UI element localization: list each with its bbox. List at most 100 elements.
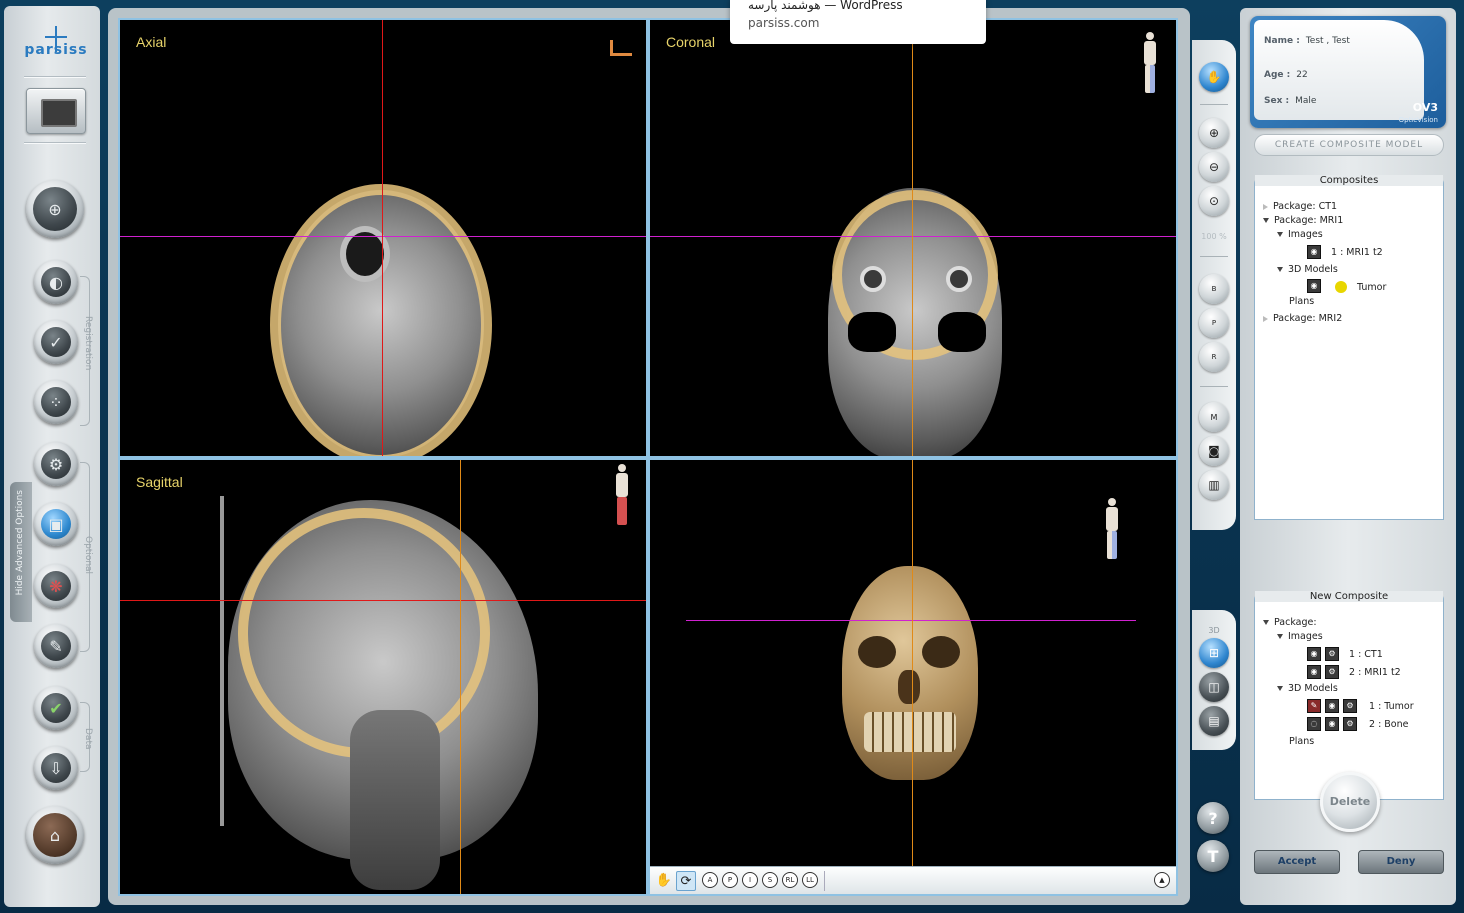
visibility-eye-icon[interactable]: ◉ bbox=[1325, 717, 1339, 731]
data-check-button[interactable]: ✔ bbox=[34, 686, 78, 730]
help-button[interactable]: ? bbox=[1197, 802, 1229, 834]
settings-gear-icon[interactable]: ⚙ bbox=[1343, 717, 1357, 731]
fiducials-icon: ⁘ bbox=[41, 387, 71, 417]
tree-item-3d-models[interactable]: 3D Models bbox=[1277, 264, 1338, 275]
tree-item-tumor[interactable]: Tumor bbox=[1357, 282, 1386, 293]
collapse-icon bbox=[1277, 634, 1283, 639]
coronal-view[interactable]: Coronal bbox=[648, 18, 1178, 458]
tree-item-package[interactable]: Package: bbox=[1263, 617, 1317, 628]
visibility-eye-icon[interactable]: ◉ bbox=[1325, 699, 1339, 713]
layout-single-button[interactable]: ◫ bbox=[1199, 672, 1229, 702]
composite-button[interactable]: ▣ bbox=[34, 502, 78, 546]
patient-age-value: 22 bbox=[1296, 70, 1308, 80]
visibility-eye-icon[interactable]: ◉ bbox=[1307, 279, 1321, 293]
window-p-button[interactable]: P bbox=[1199, 308, 1229, 338]
tree-item-plans[interactable]: Plans bbox=[1289, 296, 1314, 307]
divider bbox=[1200, 104, 1228, 105]
tree-item-images[interactable]: Images bbox=[1277, 631, 1323, 642]
3d-teeth bbox=[864, 712, 956, 752]
tree-item-package-mri1[interactable]: Package: MRI1 bbox=[1263, 215, 1343, 226]
view-anterior-button[interactable]: A bbox=[702, 872, 718, 888]
visibility-eye-icon[interactable]: ◉ bbox=[1307, 665, 1321, 679]
tree-item-image-ct1[interactable]: 1 : CT1 bbox=[1349, 649, 1383, 660]
pan-hand-icon[interactable]: ✋ bbox=[654, 871, 674, 891]
coronal-label: Coronal bbox=[666, 34, 716, 50]
tree-item-images[interactable]: Images bbox=[1277, 229, 1323, 240]
tools-button[interactable]: T bbox=[1197, 840, 1229, 872]
segmentation-button[interactable]: ❋ bbox=[34, 564, 78, 608]
tree-item-3d-models[interactable]: 3D Models bbox=[1277, 683, 1338, 694]
create-composite-model-button[interactable]: CREATE COMPOSITE MODEL bbox=[1254, 134, 1444, 156]
data-export-button[interactable]: ⇩ bbox=[34, 746, 78, 790]
tree-item-image-mri1-t2[interactable]: 1 : MRI1 t2 bbox=[1331, 247, 1383, 258]
visibility-eye-icon[interactable]: ◉ bbox=[1307, 647, 1321, 661]
logo-text: parsiss bbox=[24, 42, 88, 58]
tree-item-package-ct1[interactable]: Package: CT1 bbox=[1263, 201, 1337, 212]
3d-left-eye-socket bbox=[858, 636, 896, 668]
tooltip-title: هوشمند پارسه — WordPress bbox=[748, 0, 903, 12]
rotate-icon[interactable]: ⟳ bbox=[676, 871, 696, 891]
open-patient-button[interactable] bbox=[26, 88, 86, 134]
tree-item-image-mri1-t2[interactable]: 2 : MRI1 t2 bbox=[1349, 667, 1401, 678]
view-posterior-button[interactable]: P bbox=[722, 872, 738, 888]
layout-quad-button[interactable]: ⊞ bbox=[1199, 638, 1229, 668]
patient-sex-row: Sex : Male bbox=[1264, 96, 1316, 106]
tree-item-bone[interactable]: 2 : Bone bbox=[1369, 719, 1408, 730]
axial-view[interactable]: Axial bbox=[118, 18, 648, 458]
settings-gear-icon[interactable]: ⚙ bbox=[1325, 665, 1339, 679]
view-inferior-button[interactable]: I bbox=[742, 872, 758, 888]
patient-info-area: Name : Test , Test Age : 22 Sex : Male bbox=[1254, 20, 1424, 120]
axial-orientation-icon bbox=[610, 40, 632, 56]
3d-crosshair-horizontal bbox=[686, 620, 1136, 621]
deny-button[interactable]: Deny bbox=[1358, 850, 1444, 874]
tree-item-tumor[interactable]: 1 : Tumor bbox=[1369, 701, 1414, 712]
composites-title: Composites bbox=[1255, 175, 1443, 186]
navigation-button[interactable]: ⊕ bbox=[26, 180, 84, 238]
tree-item-package-mri2[interactable]: Package: MRI2 bbox=[1263, 313, 1342, 324]
3d-view[interactable]: ✋ ⟳ A P I S RL LL ▲ bbox=[648, 458, 1178, 896]
coronal-crosshair-vertical bbox=[912, 20, 913, 456]
axial-skull-overlay bbox=[270, 184, 492, 456]
tree-item-label: Package: bbox=[1274, 617, 1317, 628]
home-button[interactable]: ⌂ bbox=[26, 806, 84, 864]
settings-gear-icon[interactable]: ⚙ bbox=[1325, 647, 1339, 661]
pan-tool-button[interactable]: ✋ bbox=[1199, 62, 1229, 92]
view-right-lateral-button[interactable]: RL bbox=[782, 872, 798, 888]
zoom-level-text: 100 % bbox=[1201, 232, 1227, 241]
snapshot-button[interactable]: ◙ bbox=[1199, 436, 1229, 466]
settings-button[interactable]: ⚙ bbox=[34, 442, 78, 486]
patient-info-card: Name : Test , Test Age :22 Sex : Male OV3 … bbox=[1250, 16, 1446, 128]
coronal-right-sinus bbox=[938, 312, 986, 352]
brush-icon[interactable]: ✎ bbox=[1307, 699, 1321, 713]
window-b-button[interactable]: B bbox=[1199, 274, 1229, 304]
window-r-button[interactable]: R bbox=[1199, 342, 1229, 372]
zoom-out-button[interactable]: ⊖ bbox=[1199, 152, 1229, 182]
measure-button[interactable]: M bbox=[1199, 402, 1229, 432]
settings-gear-icon[interactable]: ⚙ bbox=[1343, 699, 1357, 713]
accept-button[interactable]: Accept bbox=[1254, 850, 1340, 874]
visibility-eye-icon[interactable]: ◉ bbox=[1307, 245, 1321, 259]
registration-step-2-button[interactable]: ✓ bbox=[34, 320, 78, 364]
zoom-fit-button[interactable]: ⊙ bbox=[1199, 186, 1229, 216]
layout-wide-button[interactable]: ▤ bbox=[1199, 706, 1229, 736]
plan-icon: ✎ bbox=[41, 631, 71, 661]
coronal-left-sinus bbox=[848, 312, 896, 352]
zoom-in-button[interactable]: ⊕ bbox=[1199, 118, 1229, 148]
reset-view-icon[interactable]: ▲ bbox=[1154, 872, 1170, 888]
delete-button[interactable]: Delete bbox=[1320, 772, 1380, 832]
axial-crosshair-horizontal bbox=[120, 236, 646, 237]
3d-view-toolbar: ✋ ⟳ A P I S RL LL ▲ bbox=[650, 866, 1176, 894]
volume-button[interactable]: ▥ bbox=[1199, 470, 1229, 500]
view-left-lateral-button[interactable]: LL bbox=[802, 872, 818, 888]
registration-step-1-button[interactable]: ◐ bbox=[34, 260, 78, 304]
tree-item-label: Package: CT1 bbox=[1273, 201, 1338, 212]
hide-advanced-options-tab[interactable]: Hide Advanced Options bbox=[10, 482, 32, 622]
3d-right-eye-socket bbox=[922, 636, 960, 668]
sagittal-view[interactable]: Sagittal bbox=[118, 458, 648, 896]
view-superior-button[interactable]: S bbox=[762, 872, 778, 888]
planning-button[interactable]: ✎ bbox=[34, 624, 78, 668]
registration-step-3-button[interactable]: ⁘ bbox=[34, 380, 78, 424]
hidden-eye-icon[interactable]: ◌ bbox=[1307, 717, 1321, 731]
tree-item-plans[interactable]: Plans bbox=[1289, 736, 1314, 747]
3d-section-label: 3D bbox=[1208, 626, 1220, 635]
